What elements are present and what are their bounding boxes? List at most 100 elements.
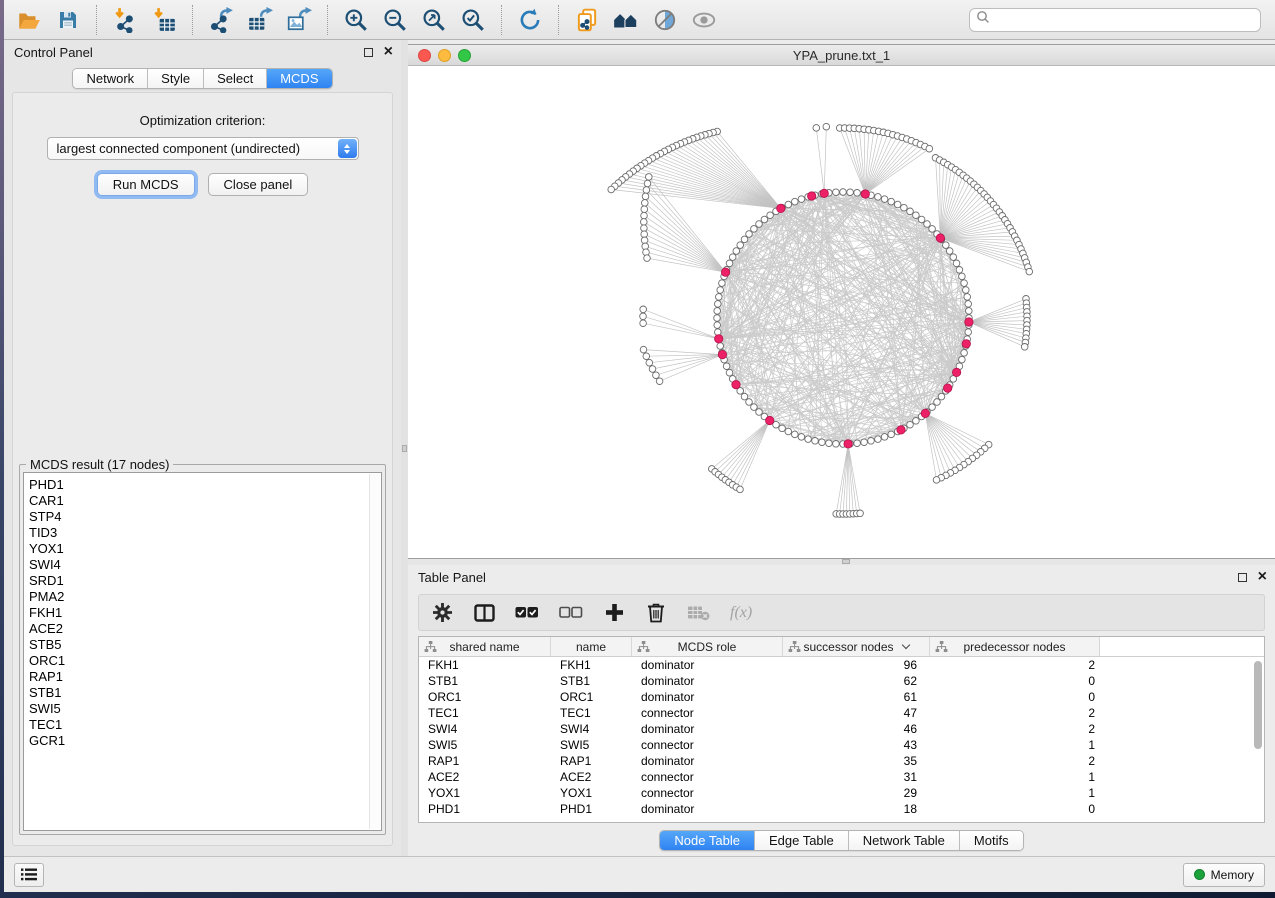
table-scrollbar-thumb[interactable]: [1254, 661, 1262, 749]
table-panel: Table Panel ×: [408, 565, 1275, 856]
mcds-node-item[interactable]: CAR1: [29, 493, 381, 509]
float-panel-icon[interactable]: [364, 48, 373, 57]
table-row[interactable]: ACE2ACE2connector311: [419, 769, 1264, 785]
import-table-icon[interactable]: [149, 5, 179, 35]
tab-mcds[interactable]: MCDS: [267, 69, 331, 88]
column-header-successor-nodes[interactable]: successor nodes: [783, 637, 930, 656]
zoom-selected-icon[interactable]: [458, 5, 488, 35]
column-header-name[interactable]: name: [551, 637, 632, 656]
mcds-node-item[interactable]: PHD1: [29, 477, 381, 493]
optimization-criterion-label: Optimization criterion:: [13, 113, 392, 128]
tab-network-table[interactable]: Network Table: [849, 831, 960, 850]
optimization-criterion-select[interactable]: largest connected component (undirected): [47, 137, 359, 160]
table-row[interactable]: STB1STB1dominator620: [419, 673, 1264, 689]
mcds-result-list[interactable]: PHD1CAR1STP4TID3YOX1SWI4SRD1PMA2FKH1ACE2…: [23, 472, 382, 831]
open-session-icon[interactable]: [14, 5, 44, 35]
show-all-eye-icon: [689, 5, 719, 35]
optimization-criterion-value: largest connected component (undirected): [48, 141, 338, 156]
table-row[interactable]: YOX1YOX1connector291: [419, 785, 1264, 801]
mcds-list-scrollbar[interactable]: [369, 474, 380, 829]
mcds-tab-content: Optimization criterion: largest connecte…: [12, 92, 393, 846]
save-session-icon[interactable]: [53, 5, 83, 35]
table-row[interactable]: PHD1PHD1dominator180: [419, 801, 1264, 817]
splitter-handle[interactable]: [402, 445, 407, 452]
horizontal-splitter[interactable]: [408, 559, 1275, 565]
network-view-window: YPA_prune.txt_1: [408, 44, 1275, 559]
mcds-node-item[interactable]: STB1: [29, 685, 381, 701]
select-all-icon[interactable]: [515, 601, 539, 625]
group-nodes-icon[interactable]: [611, 5, 641, 35]
mcds-node-item[interactable]: RAP1: [29, 669, 381, 685]
export-network-icon[interactable]: [206, 5, 236, 35]
import-network-icon[interactable]: [110, 5, 140, 35]
column-header-predecessor-nodes[interactable]: predecessor nodes: [930, 637, 1100, 656]
mcds-node-item[interactable]: PMA2: [29, 589, 381, 605]
search-input[interactable]: [994, 12, 1254, 27]
mcds-node-item[interactable]: YOX1: [29, 541, 381, 557]
function-builder-icon: f(x): [730, 601, 752, 625]
table-row[interactable]: SWI4SWI4dominator462: [419, 721, 1264, 737]
table-row[interactable]: ORC1ORC1dominator610: [419, 689, 1264, 705]
tab-node-table[interactable]: Node Table: [660, 831, 755, 850]
network-window-titlebar[interactable]: YPA_prune.txt_1: [408, 45, 1275, 66]
close-panel-button[interactable]: Close panel: [208, 173, 309, 196]
table-header-row: shared namenameMCDS rolesuccessor nodesp…: [419, 637, 1264, 657]
zoom-fit-icon[interactable]: [419, 5, 449, 35]
column-header-MCDS-role[interactable]: MCDS role: [632, 637, 783, 656]
zoom-out-icon[interactable]: [380, 5, 410, 35]
table-row[interactable]: TEC1TEC1connector472: [419, 705, 1264, 721]
mcds-node-item[interactable]: ACE2: [29, 621, 381, 637]
table-row[interactable]: FKH1FKH1dominator962: [419, 657, 1264, 673]
zoom-in-icon[interactable]: [341, 5, 371, 35]
status-bar: Memory: [4, 856, 1275, 892]
vertical-splitter[interactable]: [401, 40, 408, 856]
table-toolbar: f(x): [418, 594, 1265, 631]
float-panel-icon[interactable]: [1238, 573, 1247, 582]
tab-motifs[interactable]: Motifs: [960, 831, 1023, 850]
delete-column-trash-icon[interactable]: [645, 601, 667, 625]
apply-layout-icon[interactable]: [515, 5, 545, 35]
table-body: FKH1FKH1dominator962STB1STB1dominator620…: [419, 657, 1264, 822]
mcds-node-item[interactable]: SWI4: [29, 557, 381, 573]
export-image-icon[interactable]: [284, 5, 314, 35]
table-panel-tabs: Node TableEdge TableNetwork TableMotifs: [659, 830, 1023, 851]
tab-edge-table[interactable]: Edge Table: [755, 831, 849, 850]
add-column-icon[interactable]: [603, 601, 625, 625]
memory-button[interactable]: Memory: [1183, 863, 1265, 887]
table-scrollbar[interactable]: [1253, 658, 1263, 818]
maximize-window-icon[interactable]: [458, 49, 471, 62]
table-settings-gear-icon[interactable]: [431, 601, 453, 625]
mcds-node-item[interactable]: ORC1: [29, 653, 381, 669]
show-columns-icon[interactable]: [473, 601, 495, 625]
table-row[interactable]: SWI5SWI5connector431: [419, 737, 1264, 753]
mcds-node-item[interactable]: SWI5: [29, 701, 381, 717]
mcds-node-item[interactable]: SRD1: [29, 573, 381, 589]
mcds-node-item[interactable]: TID3: [29, 525, 381, 541]
run-mcds-button[interactable]: Run MCDS: [97, 173, 195, 196]
close-panel-icon[interactable]: ×: [384, 46, 393, 58]
network-canvas[interactable]: [408, 66, 1275, 558]
tab-select[interactable]: Select: [204, 69, 267, 88]
network-graph[interactable]: [408, 66, 1275, 558]
mcds-node-item[interactable]: STB5: [29, 637, 381, 653]
new-network-from-selection-icon[interactable]: [572, 5, 602, 35]
mcds-node-item[interactable]: FKH1: [29, 605, 381, 621]
close-panel-icon[interactable]: ×: [1258, 571, 1267, 583]
deselect-all-icon[interactable]: [559, 601, 583, 625]
mcds-node-item[interactable]: TEC1: [29, 717, 381, 733]
minimize-window-icon[interactable]: [438, 49, 451, 62]
mcds-node-item[interactable]: STP4: [29, 509, 381, 525]
column-header-shared-name[interactable]: shared name: [419, 637, 551, 656]
mcds-node-item[interactable]: GCR1: [29, 733, 381, 749]
close-window-icon[interactable]: [418, 49, 431, 62]
toolbar-separator: [501, 5, 502, 35]
mcds-result-group: MCDS result (17 nodes) PHD1CAR1STP4TID3Y…: [19, 464, 386, 835]
tab-network[interactable]: Network: [73, 69, 148, 88]
splitter-handle[interactable]: [842, 559, 850, 564]
task-history-list-icon[interactable]: [14, 863, 44, 887]
table-row[interactable]: RAP1RAP1dominator352: [419, 753, 1264, 769]
hide-selected-icon[interactable]: [650, 5, 680, 35]
tab-style[interactable]: Style: [148, 69, 204, 88]
export-table-icon[interactable]: [245, 5, 275, 35]
search-field[interactable]: [969, 8, 1261, 32]
